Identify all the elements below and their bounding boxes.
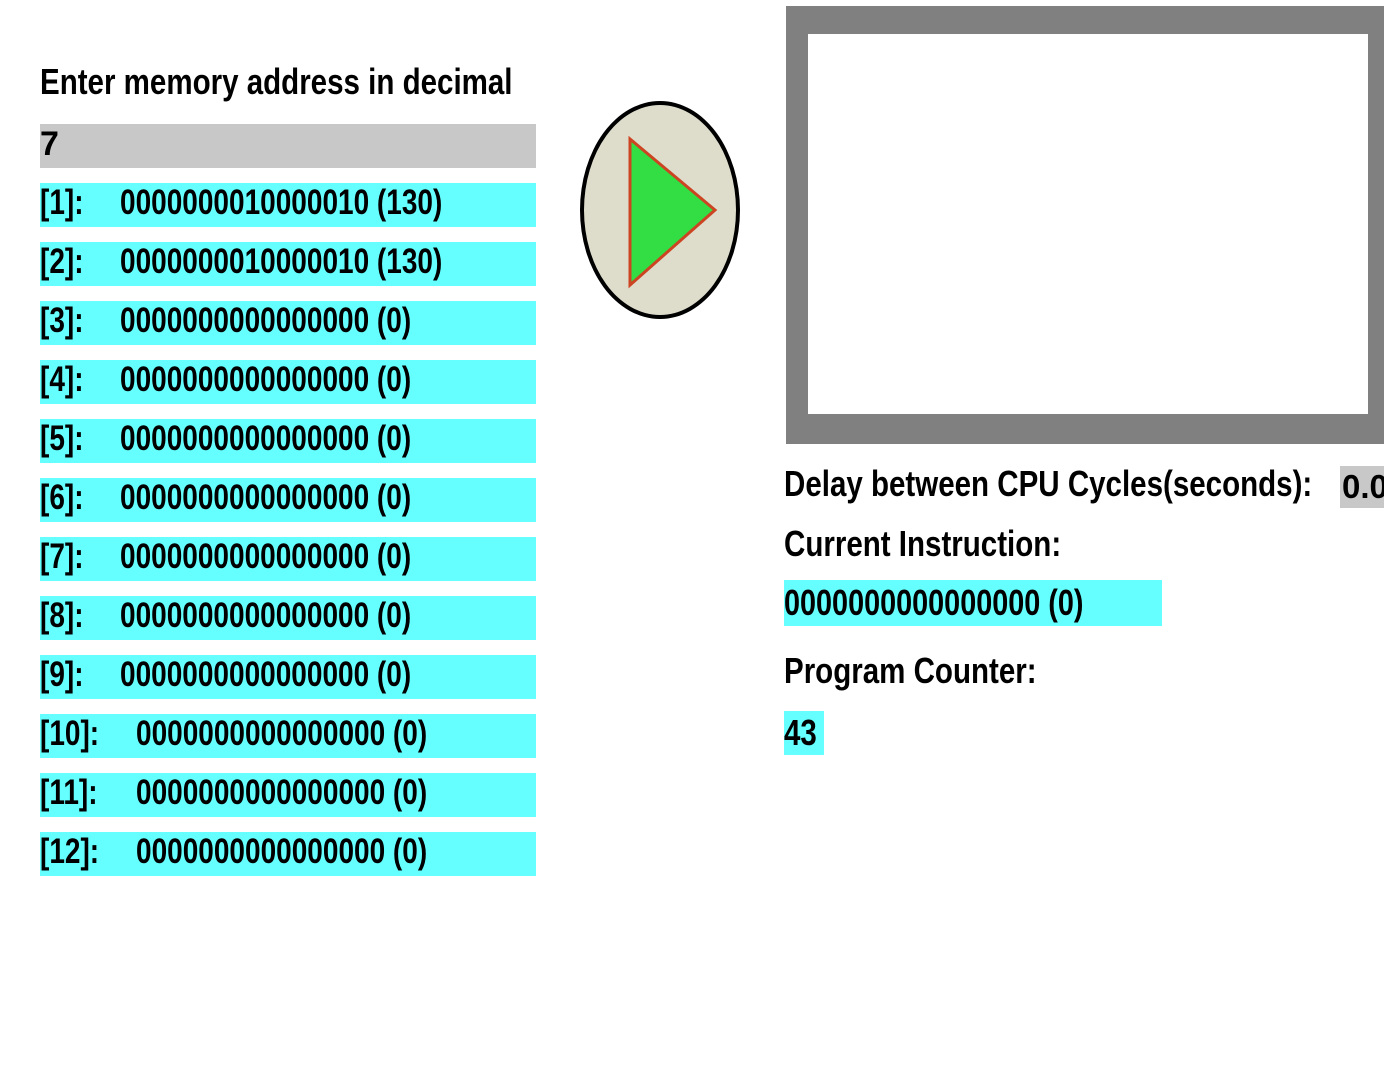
memory-row-content: [10]: 0000000000000000 (0) bbox=[40, 714, 427, 754]
memory-row-index: [12]: bbox=[40, 832, 100, 871]
memory-row: [4]: 0000000000000000 (0) bbox=[40, 360, 536, 404]
memory-row: [9]: 0000000000000000 (0) bbox=[40, 655, 536, 699]
memory-row-value: 0000000000000000 (0) bbox=[120, 655, 412, 694]
memory-row: [12]: 0000000000000000 (0) bbox=[40, 832, 536, 876]
current-instruction-value-text: 0000000000000000 (0) bbox=[784, 582, 1084, 623]
memory-row-content: [1]: 0000000010000010 (130) bbox=[40, 183, 442, 223]
memory-row: [11]: 0000000000000000 (0) bbox=[40, 773, 536, 817]
memory-row: [6]: 0000000000000000 (0) bbox=[40, 478, 536, 522]
memory-row-value: 0000000000000000 (0) bbox=[120, 419, 412, 458]
memory-row-content: [9]: 0000000000000000 (0) bbox=[40, 655, 411, 695]
cpu-panel: Delay between CPU Cycles(seconds): Curre… bbox=[784, 460, 1384, 760]
run-button[interactable] bbox=[580, 101, 740, 319]
memory-row-value: 0000000010000010 (130) bbox=[120, 242, 443, 281]
program-counter-value-text: 43 bbox=[784, 712, 817, 753]
memory-row-content: [7]: 0000000000000000 (0) bbox=[40, 537, 411, 577]
memory-row-index: [7]: bbox=[40, 537, 84, 576]
output-screen-frame bbox=[786, 6, 1384, 444]
address-label-text: Enter memory address in decimal bbox=[40, 61, 513, 102]
memory-list: [1]: 0000000010000010 (130) [2]: 0000000010… bbox=[40, 183, 536, 876]
memory-row-value: 0000000000000000 (0) bbox=[136, 714, 428, 753]
memory-row: [8]: 0000000000000000 (0) bbox=[40, 596, 536, 640]
current-instruction-value: 0000000000000000 (0) bbox=[784, 580, 1163, 626]
delay-label: Delay between CPU Cycles(seconds): bbox=[784, 463, 1400, 504]
memory-address-input[interactable] bbox=[40, 124, 536, 168]
memory-row-index: [11]: bbox=[40, 773, 98, 812]
memory-row-index: [5]: bbox=[40, 419, 84, 458]
memory-row: [7]: 0000000000000000 (0) bbox=[40, 537, 536, 581]
memory-row-content: [3]: 0000000000000000 (0) bbox=[40, 301, 411, 341]
memory-row-value: 0000000000000000 (0) bbox=[120, 478, 412, 517]
program-counter-label-text: Program Counter: bbox=[784, 650, 1037, 691]
memory-row-index: [8]: bbox=[40, 596, 84, 635]
memory-row-content: [4]: 0000000000000000 (0) bbox=[40, 360, 411, 400]
program-counter-value: 43 bbox=[784, 711, 825, 755]
memory-row-index: [9]: bbox=[40, 655, 84, 694]
memory-row-index: [1]: bbox=[40, 183, 84, 222]
memory-row-content: [6]: 0000000000000000 (0) bbox=[40, 478, 411, 518]
memory-row: [1]: 0000000010000010 (130) bbox=[40, 183, 536, 227]
memory-row-value: 0000000000000000 (0) bbox=[136, 832, 428, 871]
cpu-delay-input[interactable] bbox=[1340, 466, 1384, 508]
memory-row-content: [8]: 0000000000000000 (0) bbox=[40, 596, 411, 636]
memory-row: [2]: 0000000010000010 (130) bbox=[40, 242, 536, 286]
memory-row-index: [4]: bbox=[40, 360, 84, 399]
memory-row-content: [12]: 0000000000000000 (0) bbox=[40, 832, 427, 872]
delay-row: Delay between CPU Cycles(seconds): bbox=[784, 460, 1384, 508]
memory-row-value: 0000000000000000 (0) bbox=[136, 773, 428, 812]
memory-row-value: 0000000000000000 (0) bbox=[120, 596, 412, 635]
delay-label-text: Delay between CPU Cycles(seconds): bbox=[784, 463, 1313, 504]
memory-row-index: [6]: bbox=[40, 478, 84, 517]
memory-row-value: 0000000000000000 (0) bbox=[120, 537, 412, 576]
memory-panel: Enter memory address in decimal [1]: 0000… bbox=[40, 58, 536, 891]
memory-row-value: 0000000010000010 (130) bbox=[120, 183, 443, 222]
memory-row-content: [5]: 0000000000000000 (0) bbox=[40, 419, 411, 459]
output-screen bbox=[808, 34, 1368, 414]
play-icon bbox=[628, 135, 718, 289]
memory-row-content: [11]: 0000000000000000 (0) bbox=[40, 773, 427, 813]
program-counter-label: Program Counter: bbox=[784, 647, 1384, 695]
memory-row-index: [3]: bbox=[40, 301, 84, 340]
memory-row-value: 0000000000000000 (0) bbox=[120, 301, 412, 340]
memory-row-value: 0000000000000000 (0) bbox=[120, 360, 412, 399]
current-instruction-label: Current Instruction: bbox=[784, 520, 1384, 568]
current-instruction-label-text: Current Instruction: bbox=[784, 523, 1062, 564]
memory-row-index: [2]: bbox=[40, 242, 84, 281]
memory-row-index: [10]: bbox=[40, 714, 100, 753]
memory-row-content: [2]: 0000000010000010 (130) bbox=[40, 242, 442, 282]
memory-row: [5]: 0000000000000000 (0) bbox=[40, 419, 536, 463]
memory-row: [3]: 0000000000000000 (0) bbox=[40, 301, 536, 345]
address-label: Enter memory address in decimal bbox=[40, 58, 536, 106]
memory-row: [10]: 0000000000000000 (0) bbox=[40, 714, 536, 758]
